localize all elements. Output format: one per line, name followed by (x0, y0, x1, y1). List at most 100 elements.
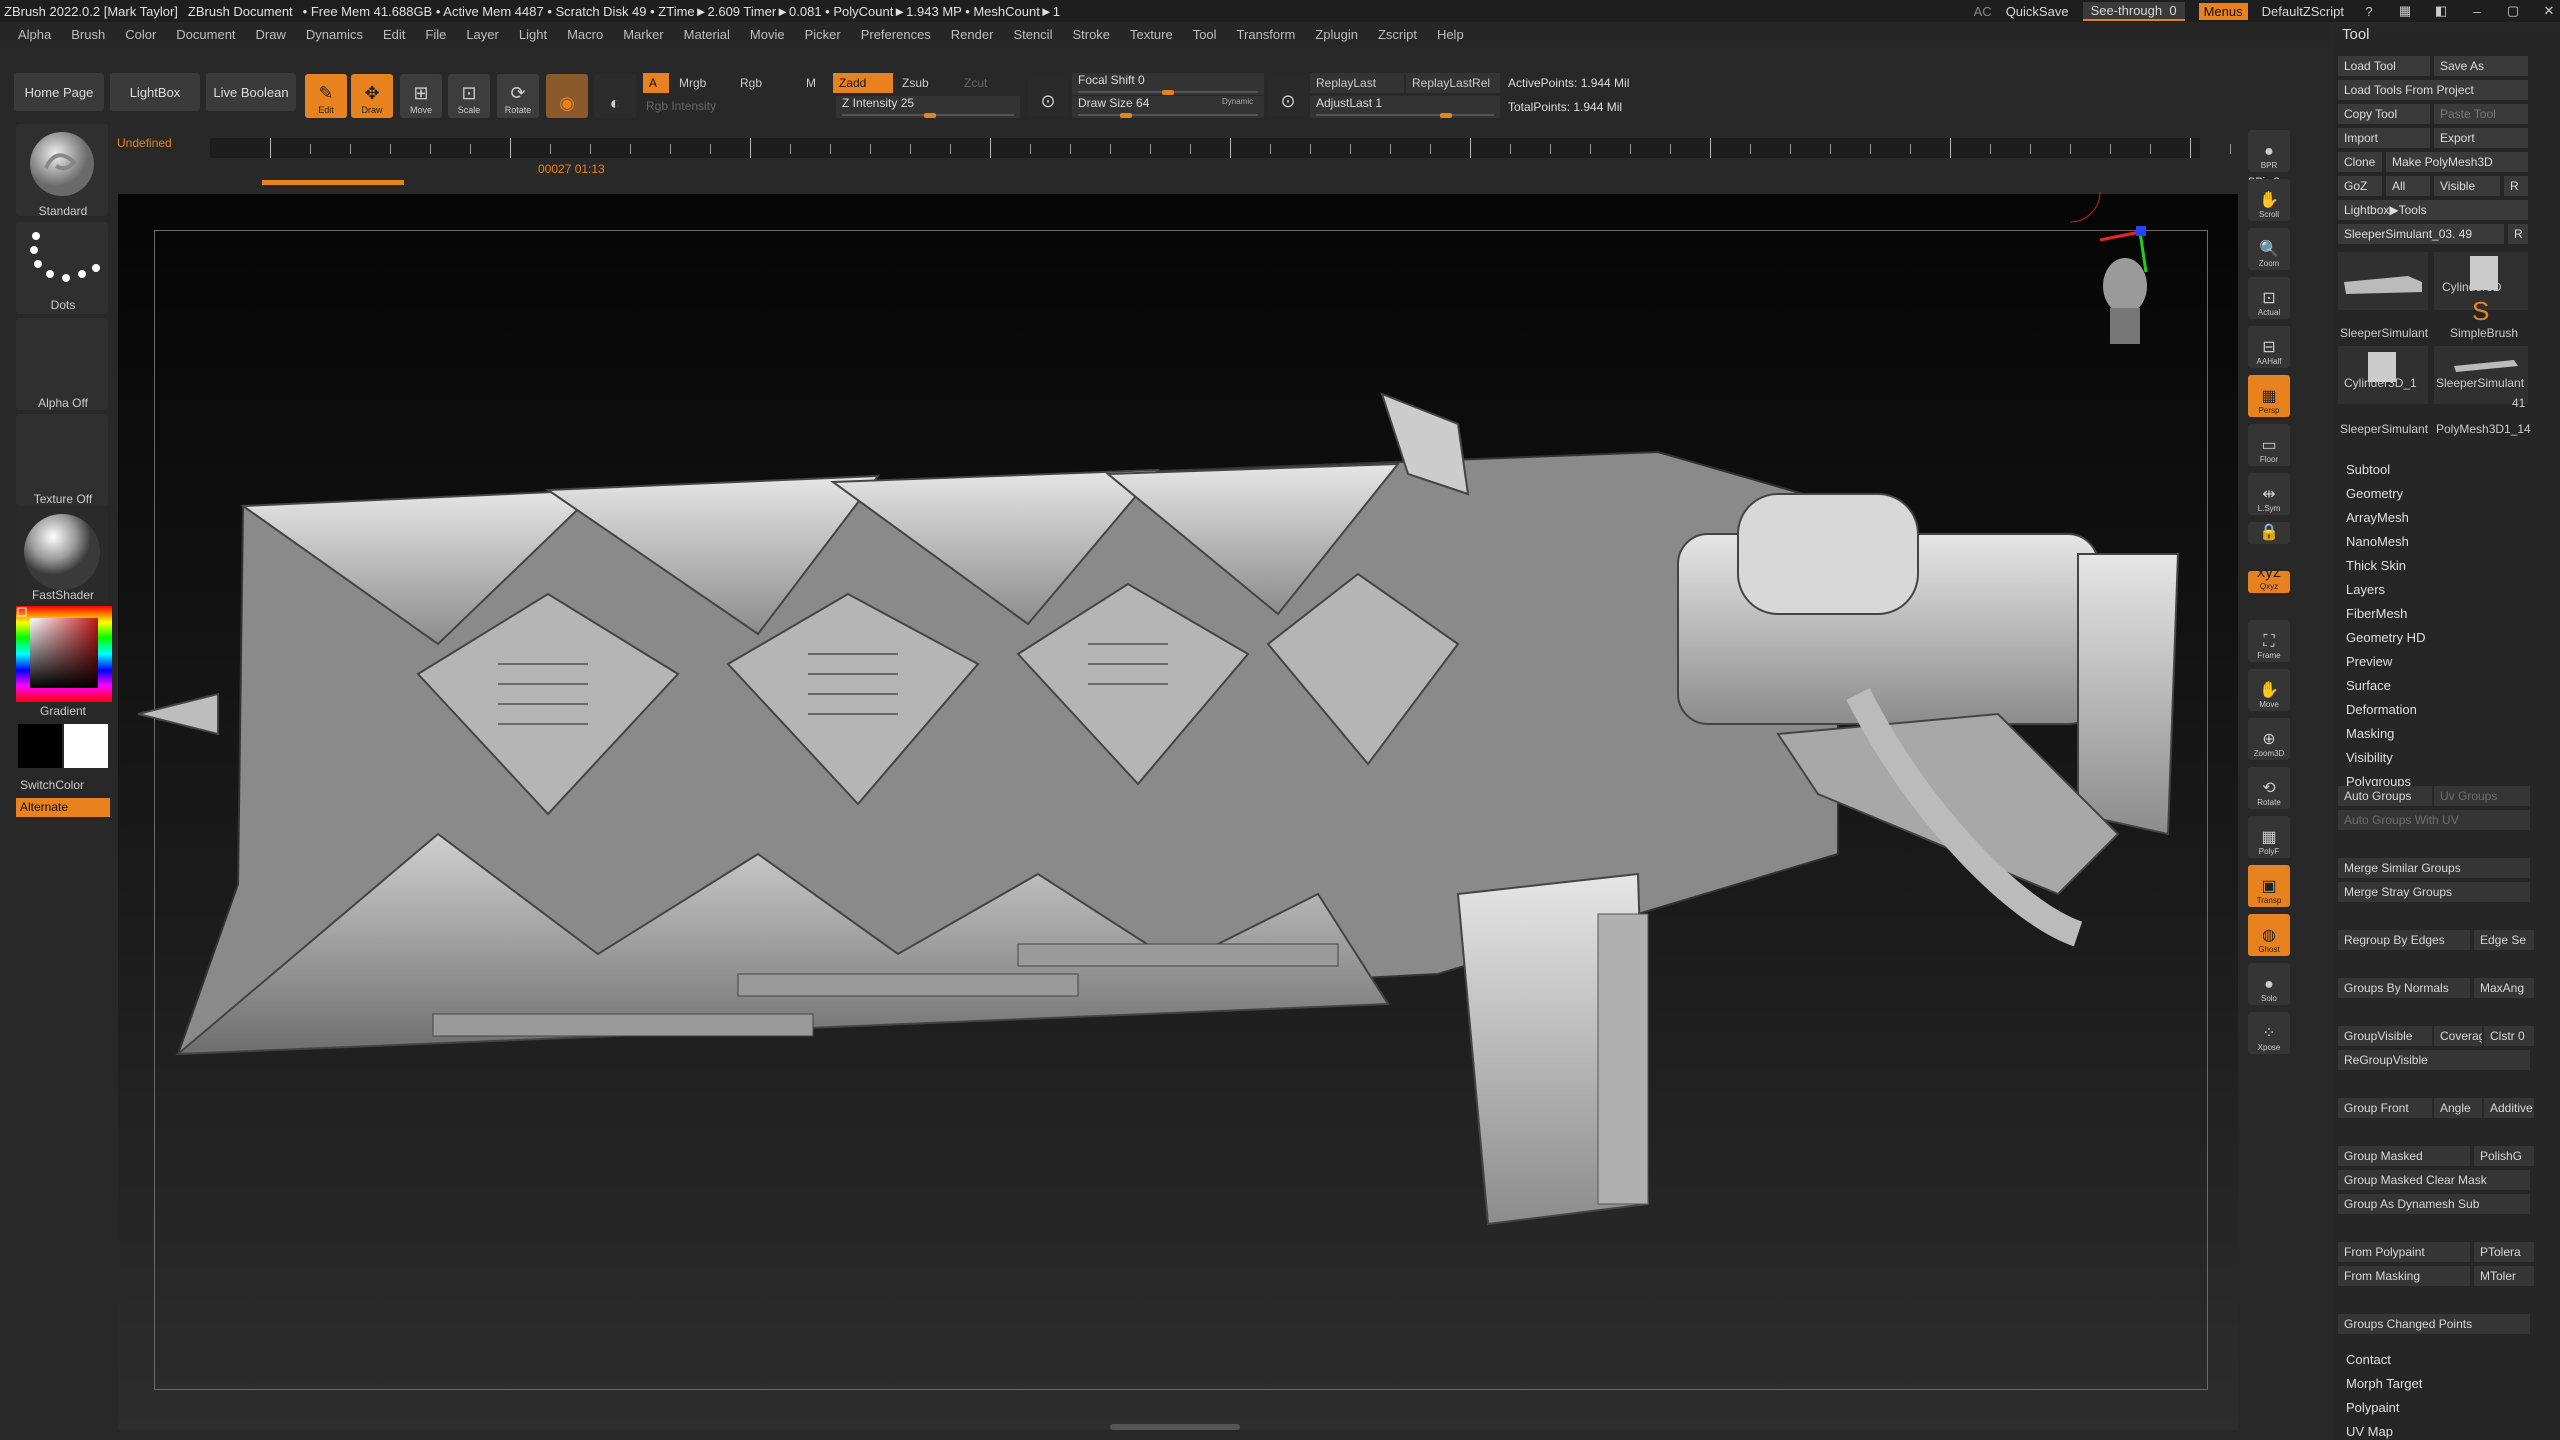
group-front-button[interactable]: Group Front (2338, 1098, 2432, 1118)
menu-texture[interactable]: Texture (1130, 27, 1173, 42)
tool-section-layers[interactable]: Layers (2346, 582, 2385, 597)
tool-section-fibermesh[interactable]: FiberMesh (2346, 606, 2407, 621)
groupvisible-button[interactable]: GroupVisible (2338, 1026, 2432, 1046)
regroupvisible-button[interactable]: ReGroupVisible (2338, 1050, 2530, 1070)
timeline[interactable]: Undefined 00027 01:13 (110, 124, 2231, 194)
view-xyz-button[interactable]: xyz Qxyz (2248, 564, 2290, 593)
default-zscript-button[interactable]: DefaultZScript (2262, 4, 2344, 19)
layout-icon[interactable]: ▦ (2394, 3, 2416, 19)
additive-toggle[interactable]: Additive (2484, 1098, 2534, 1118)
help-icon[interactable]: ? (2358, 4, 2380, 19)
tool-section-geometry[interactable]: Geometry (2346, 486, 2403, 501)
merge-similar-groups-button[interactable]: Merge Similar Groups (2338, 858, 2530, 878)
view-zoom-button[interactable]: 🔍 Zoom (2248, 228, 2290, 270)
adjust-last-slider[interactable]: AdjustLast 1 (1310, 96, 1500, 118)
maximize-icon[interactable]: ▢ (2502, 3, 2524, 19)
focal-shift-knob[interactable] (1162, 90, 1174, 95)
switchcolor-button[interactable]: SwitchColor (14, 778, 112, 792)
tool-section-masking[interactable]: Masking (2346, 726, 2394, 741)
menu-movie[interactable]: Movie (750, 27, 785, 42)
menu-zscript[interactable]: Zscript (1378, 27, 1417, 42)
rgb-intensity-slider[interactable]: Rgb Intensity (640, 96, 828, 116)
menu-transform[interactable]: Transform (1237, 27, 1296, 42)
coverage-slider[interactable]: Coverag (2434, 1026, 2482, 1046)
menu-preferences[interactable]: Preferences (861, 27, 931, 42)
goz-visible-button[interactable]: Visible (2434, 176, 2500, 196)
max-angle-slider[interactable]: MaxAng (2474, 978, 2534, 998)
tool-section-polypaint[interactable]: Polypaint (2346, 1400, 2399, 1415)
tool-section-arraymesh[interactable]: ArrayMesh (2346, 510, 2409, 525)
view-aahalf-button[interactable]: ⊟ AAHalf (2248, 326, 2290, 368)
tool-section-contact[interactable]: Contact (2346, 1352, 2391, 1367)
tool-thumb-sleepersimulant[interactable] (2338, 252, 2428, 310)
menu-tool[interactable]: Tool (1193, 27, 1217, 42)
from-polypaint-button[interactable]: From Polypaint (2338, 1242, 2470, 1262)
tool-thumb-cylinder3d-1[interactable] (2338, 346, 2428, 404)
view-scroll-button[interactable]: ✋ Scroll (2248, 179, 2290, 221)
clone-button[interactable]: Clone (2338, 152, 2382, 172)
goz-button[interactable]: GoZ (2338, 176, 2382, 196)
home-page-button[interactable]: Home Page (14, 73, 104, 111)
head-orientation-icon[interactable] (2090, 248, 2160, 358)
z-intensity-knob[interactable] (924, 113, 936, 118)
tool-section-morph-target[interactable]: Morph Target (2346, 1376, 2422, 1391)
timeline-track[interactable] (210, 138, 2231, 158)
tool-section-geometry-hd[interactable]: Geometry HD (2346, 630, 2425, 645)
menus-toggle[interactable]: Menus (2198, 2, 2248, 20)
draw-mode-button[interactable]: ✥ Draw (351, 74, 393, 118)
zcut-toggle[interactable]: Zcut (958, 73, 993, 93)
view-lsym-button[interactable]: ⇹ L.Sym (2248, 473, 2290, 515)
masking-tolerance-slider[interactable]: MToler (2474, 1266, 2534, 1286)
merge-stray-groups-button[interactable]: Merge Stray Groups (2338, 882, 2530, 902)
group-as-dynamesh-sub-button[interactable]: Group As Dynamesh Sub (2338, 1194, 2530, 1214)
menu-dynamics[interactable]: Dynamics (306, 27, 363, 42)
simplebrush-icon[interactable]: S (2472, 296, 2489, 327)
group-masked-clear-mask-button[interactable]: Group Masked Clear Mask (2338, 1170, 2530, 1190)
mrgb-toggle[interactable]: Mrgb (673, 73, 712, 93)
view-zoom3d-button[interactable]: ⊕ Zoom3D (2248, 718, 2290, 760)
save-as-button[interactable]: Save As (2434, 56, 2528, 76)
brush-selector[interactable] (16, 124, 108, 216)
rotate-mode-button[interactable]: ⟳ Rotate (497, 74, 539, 118)
load-tools-from-project-button[interactable]: Load Tools From Project (2338, 80, 2528, 100)
color-sphere-button[interactable]: ◐ (594, 74, 636, 118)
menu-material[interactable]: Material (684, 27, 730, 42)
zsub-toggle[interactable]: Zsub (896, 73, 935, 93)
cluster-slider[interactable]: Clstr 0 (2484, 1026, 2534, 1046)
view-bpr-button[interactable]: ● BPR (2248, 130, 2290, 172)
minimize-icon[interactable]: – (2466, 4, 2488, 19)
view-transp-button[interactable]: ▣ Transp (2248, 865, 2290, 907)
menu-stroke[interactable]: Stroke (1072, 27, 1110, 42)
menu-light[interactable]: Light (519, 27, 547, 42)
tool-section-surface[interactable]: Surface (2346, 678, 2391, 693)
view-floor-button[interactable]: ▭ Floor (2248, 424, 2290, 466)
tool-section-thick-skin[interactable]: Thick Skin (2346, 558, 2406, 573)
paste-tool-button[interactable]: Paste Tool (2434, 104, 2528, 124)
lightbox-tools-button[interactable]: Lightbox▶Tools (2338, 200, 2528, 220)
menu-alpha[interactable]: Alpha (18, 27, 51, 42)
z-intensity-slider[interactable]: Z Intensity 25 (836, 96, 1020, 118)
alternate-toggle[interactable]: Alternate (16, 798, 110, 817)
auto-groups-with-uv-button[interactable]: Auto Groups With UV (2338, 810, 2530, 830)
view-solo-button[interactable]: ● Solo (2248, 963, 2290, 1005)
move-mode-button[interactable]: ⊞ Move (400, 74, 442, 118)
see-through-slider[interactable]: See-through 0 (2082, 1, 2185, 21)
tool-section-uv-map[interactable]: UV Map (2346, 1424, 2393, 1439)
export-button[interactable]: Export (2434, 128, 2528, 148)
uv-groups-button[interactable]: Uv Groups (2434, 786, 2530, 806)
groups-changed-points-toggle[interactable]: Groups Changed Points (2338, 1314, 2530, 1334)
load-tool-button[interactable]: Load Tool (2338, 56, 2430, 76)
polypaint-tolerance-slider[interactable]: PTolera (2474, 1242, 2534, 1262)
goz-r-button[interactable]: R (2504, 176, 2528, 196)
tool-palette-title[interactable]: Tool (2342, 26, 2370, 43)
scale-mode-button[interactable]: ⊡ Scale (448, 74, 490, 118)
menu-help[interactable]: Help (1437, 27, 1464, 42)
draw-size-knob[interactable] (1120, 113, 1132, 118)
menu-zplugin[interactable]: Zplugin (1315, 27, 1358, 42)
adjust-last-knob[interactable] (1440, 113, 1452, 118)
from-masking-button[interactable]: From Masking (2338, 1266, 2470, 1286)
angle-slider[interactable]: Angle (2434, 1098, 2482, 1118)
edit-mode-button[interactable]: ✎ Edit (305, 74, 347, 118)
tool-section-preview[interactable]: Preview (2346, 654, 2392, 669)
menu-color[interactable]: Color (125, 27, 156, 42)
